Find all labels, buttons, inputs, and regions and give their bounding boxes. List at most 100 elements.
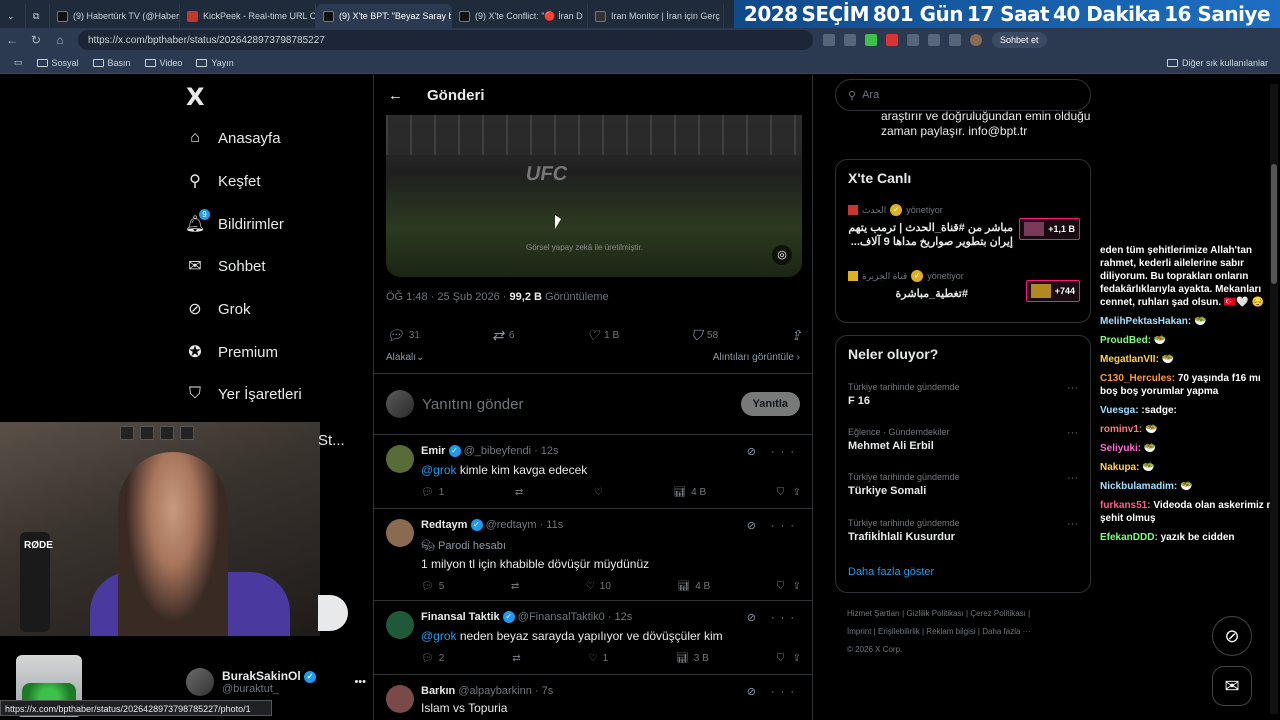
footer-link[interactable]: Daha fazla ···	[982, 627, 1030, 636]
profile-handle: @buraktut_	[222, 683, 280, 695]
extension-icon[interactable]	[886, 34, 898, 46]
back-icon[interactable]: ←	[0, 33, 24, 47]
bookmark-button[interactable]: ⛉ ⇪	[777, 487, 801, 498]
collections-icon[interactable]	[949, 34, 961, 46]
search-input[interactable]: ⚲ Ara	[835, 79, 1091, 111]
reply-input[interactable]: Yanıtını gönder	[422, 396, 741, 413]
sort-dropdown[interactable]: Alakalı⌄	[386, 352, 424, 363]
footer-link[interactable]: Gizlilik Politikası	[906, 609, 963, 618]
repost-button[interactable]: ⇄	[511, 581, 519, 592]
more-icon[interactable]: ···	[1067, 472, 1078, 484]
bookmark-folder-basin[interactable]: Basın	[92, 58, 131, 68]
bookmark-button[interactable]: ⛉ ⇪	[777, 581, 801, 592]
sidebar-item-premium[interactable]: ✪ Premium	[186, 343, 278, 362]
extension-icon[interactable]	[907, 34, 919, 46]
like-button[interactable]: ♡ 1 B	[587, 327, 620, 344]
bookmark-folder-video[interactable]: Video	[144, 58, 182, 68]
like-button[interactable]: ♡ 10	[586, 581, 611, 592]
sidebar-item-home[interactable]: ⌂ Anasayfa	[186, 129, 280, 147]
profile-icon[interactable]	[970, 34, 982, 46]
repost-button[interactable]: ⇄	[515, 487, 523, 498]
repost-button[interactable]: ⇄ 6	[492, 327, 514, 344]
sidebar-item-messages[interactable]: ✉ Sohbet	[186, 257, 265, 276]
footer-link[interactable]: Hizmet Şartları	[847, 609, 900, 618]
chat-message: rominv1: 🥗	[1100, 423, 1280, 436]
x-logo[interactable]: X	[186, 83, 205, 111]
bookmarks-menu-icon[interactable]: ▭	[14, 57, 23, 68]
sidebar-item-notifications[interactable]: 🔔︎ 9 Bildirimler	[185, 209, 284, 233]
bookmark-button[interactable]: ⛉ ⇪	[777, 653, 801, 664]
trend-item[interactable]: Türkiye tarihinde gündemde Türkiye Somali…	[848, 472, 1080, 497]
home-icon[interactable]: ⌂	[48, 33, 72, 47]
messages-floating-button[interactable]: ✉	[1212, 666, 1252, 706]
copilot-button[interactable]: Sohbet et	[992, 32, 1047, 48]
bookmark-folder-yayin[interactable]: Yayın	[196, 58, 234, 68]
reply-button[interactable]: 💬︎ 2	[421, 653, 444, 664]
browser-tab[interactable]: (9) X'te Conflict: "🔴 İran D×	[452, 4, 588, 28]
like-button[interactable]: ♡	[594, 487, 603, 498]
reply-tweet[interactable]: Finansal Taktik ✓ @FinansalTaktik0 · 12s…	[374, 601, 812, 675]
reply-tools[interactable]: ⊘ ···	[747, 445, 800, 458]
mention-link[interactable]: @grok	[421, 463, 457, 477]
url-field[interactable]: https://x.com/bpthaber/status/2026428973…	[78, 30, 813, 50]
footer-link[interactable]: Erişilebilirlik	[878, 627, 920, 636]
live-item[interactable]: الحدث ✓ yönetiyor مباشر من #قناة_الحدث | ت…	[848, 204, 1080, 249]
reply-tools[interactable]: ⊘ ···	[747, 611, 800, 624]
views-button[interactable]: 📊︎ 4 B	[677, 581, 710, 592]
view-quotes-link[interactable]: Alıntıları görüntüle ›	[713, 352, 800, 363]
repost-button[interactable]: ⇄	[512, 653, 520, 664]
bookmark-folder-sosyal[interactable]: Sosyal	[36, 58, 79, 68]
sidebar-item-grok[interactable]: ⊘ Grok	[186, 300, 250, 319]
extension-icon[interactable]	[844, 34, 856, 46]
extension-icon[interactable]	[823, 34, 835, 46]
ai-label-icon[interactable]: ◎	[772, 245, 792, 265]
other-bookmarks[interactable]: Diğer sık kullanılanlar	[1166, 58, 1268, 68]
reply-button[interactable]: 💬︎ 31	[386, 327, 420, 344]
tab-list-button[interactable]: ⌄	[0, 4, 26, 28]
like-button[interactable]: ♡ 1	[589, 653, 609, 664]
refresh-icon[interactable]: ↻	[24, 33, 48, 47]
bookmark-button[interactable]: ⛉ 58	[691, 327, 718, 344]
trend-item[interactable]: Türkiye tarihinde gündemde F 16 ···	[848, 382, 1080, 407]
more-icon[interactable]: ···	[1067, 382, 1078, 394]
tab-actions-button[interactable]: ⧉	[26, 4, 50, 28]
footer-link[interactable]: İmprint	[847, 627, 871, 636]
footer-link[interactable]: Çerez Politikası	[970, 609, 1026, 618]
browser-tab[interactable]: KickPeek - Real-time URL C×	[180, 4, 316, 28]
reply-tools[interactable]: ⊘ ···	[747, 519, 800, 532]
scrollbar[interactable]	[1270, 84, 1278, 714]
show-more-link[interactable]: Daha fazla göster	[848, 566, 934, 578]
more-icon[interactable]: ···	[1067, 427, 1078, 439]
views-button[interactable]: 📊︎ 4 B	[673, 487, 706, 498]
live-item[interactable]: قناة الجزيرة ✓ yönetiyor #تغطية_مباشرة +74…	[848, 270, 1080, 302]
more-icon[interactable]: ···	[1067, 518, 1078, 530]
browser-tab[interactable]: Iran Monitor | İran için Gerç×	[588, 4, 724, 28]
trend-item[interactable]: Türkiye tarihinde gündemde Trafikİhlali K…	[848, 518, 1080, 543]
favorites-icon[interactable]	[928, 34, 940, 46]
browser-tab-active[interactable]: (9) X'te BPT: "Beyaz Saray b×	[316, 4, 452, 28]
mention-link[interactable]: @grok	[421, 629, 457, 643]
account-switcher[interactable]: BurakSakinOl ✓ @buraktut_ •••	[186, 668, 366, 696]
reply-button[interactable]: 💬︎ 5	[421, 581, 444, 592]
share-button[interactable]: ⇪	[790, 327, 802, 344]
more-icon[interactable]: •••	[354, 676, 366, 688]
trend-item[interactable]: Eğlence · Gündemdekiler Mehmet Ali Erbil ·…	[848, 427, 1080, 452]
browser-tab[interactable]: (9) Habertürk TV (@Habert×	[50, 4, 180, 28]
reply-tweet[interactable]: Emir ✓ @_bibeyfendi · 12s ⊘ ··· @grok ki…	[374, 435, 812, 509]
reply-tweet[interactable]: Redtaym ✓ @redtaym · 11s ⊘ ··· 🎭︎ Parodi…	[374, 509, 812, 601]
reply-tools[interactable]: ⊘ ···	[747, 685, 800, 698]
scrollbar-thumb[interactable]	[1271, 164, 1277, 284]
reply-submit-button[interactable]: Yanıtla	[740, 392, 800, 416]
back-arrow-icon[interactable]: ←	[388, 87, 403, 104]
chat-text: yazık be cidden	[1160, 532, 1235, 543]
grok-icon: ⊘	[1224, 625, 1240, 646]
post-image[interactable]: UFC Görsel yapay zekâ ile üretilmiştir. …	[386, 115, 802, 277]
reply-button[interactable]: 💬︎ 1	[421, 487, 444, 498]
views-button[interactable]: 📊︎ 3 B	[676, 653, 709, 664]
grok-floating-button[interactable]: ⊘	[1212, 616, 1252, 656]
sidebar-item-bookmarks[interactable]: ⛉ Yer İşaretleri	[186, 385, 302, 403]
footer-link[interactable]: Reklam bilgisi	[926, 627, 975, 636]
extension-icon[interactable]	[865, 34, 877, 46]
reply-tweet[interactable]: Barkın @alpaybarkinn · 7s ⊘ ··· Islam vs…	[374, 675, 812, 720]
sidebar-item-explore[interactable]: ⚲ Keşfet	[186, 172, 260, 191]
